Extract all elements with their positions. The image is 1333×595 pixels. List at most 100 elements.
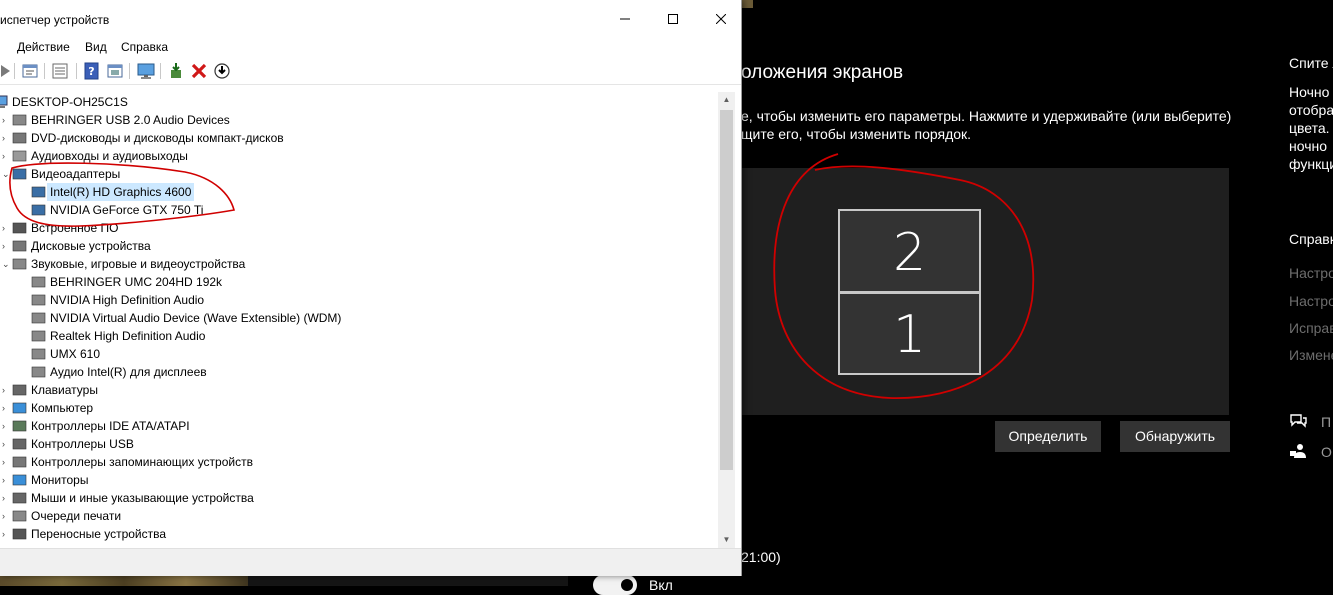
identify-button[interactable]: Определить xyxy=(995,421,1101,452)
detect-button[interactable]: Обнаружить xyxy=(1120,421,1230,452)
right-heading-2: Справк xyxy=(1289,231,1333,247)
window-title: испетчер устройств xyxy=(0,13,110,27)
collapsed-chevron-icon[interactable]: › xyxy=(2,529,10,539)
scan-hardware-icon[interactable] xyxy=(137,62,155,80)
toolbar-separator xyxy=(129,63,130,79)
right-link[interactable]: Исправ xyxy=(1289,320,1333,336)
computer-icon xyxy=(0,95,8,108)
tree-item-label: Встроенное ПО xyxy=(31,221,119,235)
device-icon xyxy=(12,510,27,522)
display-arrangement-canvas[interactable] xyxy=(741,168,1229,415)
maximize-button[interactable] xyxy=(649,0,697,38)
device-icon xyxy=(31,186,46,198)
device-icon xyxy=(31,294,46,306)
uninstall-icon[interactable] xyxy=(190,62,208,80)
desktop-wallpaper-fragment-bottom xyxy=(0,576,248,586)
collapsed-chevron-icon[interactable]: › xyxy=(2,241,10,251)
menu-view[interactable]: Вид xyxy=(85,40,107,54)
device-icon xyxy=(31,276,46,288)
title-bar[interactable]: испетчер устройств xyxy=(0,0,741,38)
right-heading-1: Спите л xyxy=(1289,55,1333,71)
collapsed-chevron-icon[interactable]: › xyxy=(2,151,10,161)
tree-item-label: Клавиатуры xyxy=(31,383,98,397)
collapsed-chevron-icon[interactable]: › xyxy=(2,493,10,503)
device-icon xyxy=(31,312,46,324)
tree-item-label: Аудиовходы и аудиовыходы xyxy=(31,149,188,163)
expanded-chevron-icon[interactable]: ⌄ xyxy=(2,259,10,269)
display-arrangement-description: е, чтобы изменить его параметры. Нажмите… xyxy=(741,107,1231,143)
update-driver-icon[interactable] xyxy=(168,62,186,80)
display-arrangement-title: оложения экранов xyxy=(741,62,904,83)
tree-item-label: Контроллеры USB xyxy=(31,437,134,451)
expanded-chevron-icon[interactable]: ⌄ xyxy=(2,169,10,179)
tree-item-label: BEHRINGER USB 2.0 Audio Devices xyxy=(31,113,230,127)
properties-icon[interactable] xyxy=(21,62,39,80)
right-para-line: цвета. xyxy=(1289,120,1330,136)
svg-text:?: ? xyxy=(88,65,94,78)
collapsed-chevron-icon[interactable]: › xyxy=(2,457,10,467)
feedback-icon[interactable] xyxy=(1289,442,1307,460)
menu-action[interactable]: Действие xyxy=(17,40,70,54)
device-icon xyxy=(12,438,27,450)
right-link[interactable]: Измене xyxy=(1289,347,1333,363)
status-bar xyxy=(0,562,741,576)
scroll-down-icon[interactable]: ▼ xyxy=(718,532,735,548)
taskbar-fragment xyxy=(248,576,568,586)
toolbar-separator xyxy=(14,63,15,79)
close-icon xyxy=(716,14,726,24)
right-link[interactable]: Настро xyxy=(1289,293,1333,309)
monitor-2-tile[interactable]: 2 xyxy=(838,209,981,293)
collapsed-chevron-icon[interactable]: › xyxy=(2,385,10,395)
right-para-line: функци xyxy=(1289,156,1333,172)
scrollbar-thumb[interactable] xyxy=(720,110,733,470)
device-view-icon[interactable] xyxy=(106,62,124,80)
download-icon[interactable] xyxy=(213,62,231,80)
right-para-line: Ночно xyxy=(1289,84,1330,100)
collapsed-chevron-icon[interactable]: › xyxy=(2,133,10,143)
tree-item-label: Мыши и иные указывающие устройства xyxy=(31,491,254,505)
collapsed-chevron-icon[interactable]: › xyxy=(2,403,10,413)
forward-icon[interactable] xyxy=(0,62,14,80)
scroll-up-icon[interactable]: ▲ xyxy=(718,92,735,108)
menu-help[interactable]: Справка xyxy=(121,40,168,54)
device-icon xyxy=(31,204,46,216)
right-para-line: ночно xyxy=(1289,138,1328,154)
night-light-toggle[interactable] xyxy=(593,575,637,595)
device-icon xyxy=(12,150,27,162)
get-help-label[interactable]: П xyxy=(1321,414,1331,430)
device-icon xyxy=(31,348,46,360)
collapsed-chevron-icon[interactable]: › xyxy=(2,421,10,431)
device-icon xyxy=(12,114,27,126)
horizontal-scrollbar[interactable] xyxy=(0,548,741,563)
device-icon xyxy=(12,456,27,468)
tree-item-label: Мониторы xyxy=(31,473,89,487)
description-line-1: е, чтобы изменить его параметры. Нажмите… xyxy=(741,108,1232,124)
tree-item-label: Очереди печати xyxy=(31,509,122,523)
monitor-1-tile[interactable]: 1 xyxy=(838,292,981,375)
related-settings-column: Спите л Ночно отобра цвета. ночно функци… xyxy=(1289,0,1333,586)
close-button[interactable] xyxy=(697,0,745,38)
device-manager-window: испетчер устройств Действие Вид Справка … xyxy=(0,0,742,576)
get-help-icon[interactable] xyxy=(1289,412,1307,430)
collapsed-chevron-icon[interactable]: › xyxy=(2,511,10,521)
tree-item-label: DVD-дисководы и дисководы компакт-дисков xyxy=(31,131,284,145)
device-icon xyxy=(12,474,27,486)
toolbar: ? xyxy=(0,59,741,85)
minimize-button[interactable] xyxy=(601,0,649,38)
list-view-icon[interactable] xyxy=(51,62,69,80)
device-icon xyxy=(12,384,27,396)
collapsed-chevron-icon[interactable]: › xyxy=(2,115,10,125)
right-link[interactable]: Настро xyxy=(1289,265,1333,281)
vertical-scrollbar[interactable]: ▲ ▼ xyxy=(718,92,735,548)
help-icon[interactable]: ? xyxy=(83,62,101,80)
tree-item-label: Аудио Intel(R) для дисплеев xyxy=(50,365,207,379)
right-para-line: отобра xyxy=(1289,102,1333,118)
collapsed-chevron-icon[interactable]: › xyxy=(2,439,10,449)
tree-item-label: Видеоадаптеры xyxy=(31,167,121,181)
maximize-icon xyxy=(668,14,678,24)
collapsed-chevron-icon[interactable]: › xyxy=(2,223,10,233)
tree-item-label: Дисковые устройства xyxy=(31,239,151,253)
collapsed-chevron-icon[interactable]: › xyxy=(2,475,10,485)
feedback-label[interactable]: О xyxy=(1321,444,1332,460)
tree-item-label: Компьютер xyxy=(31,401,94,415)
